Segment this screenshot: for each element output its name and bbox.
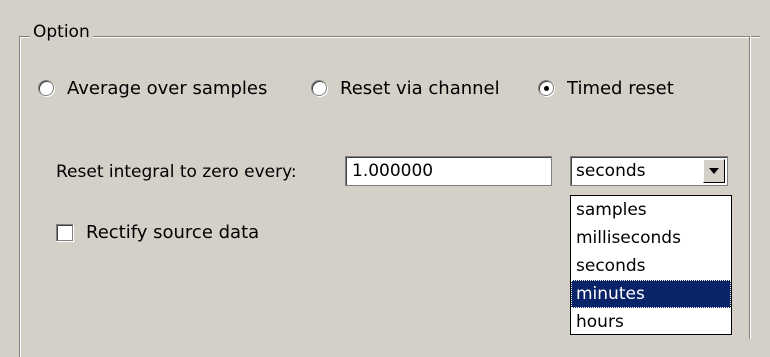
groupbox-right-border: [749, 36, 750, 339]
radio-circle-icon[interactable]: [38, 80, 54, 96]
reset-unit-dropdown-list[interactable]: samples milliseconds seconds minutes hou…: [570, 195, 732, 335]
radio-reset-via-channel[interactable]: Reset via channel: [311, 76, 500, 100]
dropdown-item-samples[interactable]: samples: [571, 196, 731, 224]
radio-label-timed-reset: Timed reset: [567, 77, 674, 99]
reset-interval-label: Reset integral to zero every:: [56, 162, 297, 182]
radio-selected-dot-icon: [544, 86, 549, 91]
rectify-source-label: Rectify source data: [86, 222, 260, 243]
radio-label-reset-via-channel: Reset via channel: [340, 77, 500, 99]
radio-average-over-samples[interactable]: Average over samples: [38, 76, 267, 100]
reset-unit-value: seconds: [576, 161, 646, 181]
chevron-down-icon: [709, 168, 719, 174]
dropdown-item-milliseconds[interactable]: milliseconds: [571, 224, 731, 252]
reset-unit-select[interactable]: seconds: [570, 156, 728, 186]
dropdown-item-minutes[interactable]: minutes: [571, 280, 731, 308]
radio-circle-icon[interactable]: [311, 80, 327, 96]
dropdown-item-seconds[interactable]: seconds: [571, 252, 731, 280]
groupbox-title: Option: [30, 22, 93, 42]
rectify-source-checkbox[interactable]: [56, 224, 73, 241]
dialog-panel: Option Average over samples Reset via ch…: [0, 0, 770, 357]
rectify-source-checkbox-row[interactable]: Rectify source data: [56, 222, 259, 243]
reset-interval-input[interactable]: 1.000000: [345, 156, 552, 186]
radio-circle-icon[interactable]: [538, 80, 554, 96]
dropdown-item-hours[interactable]: hours: [571, 308, 731, 336]
radio-label-average: Average over samples: [67, 77, 268, 99]
radio-timed-reset[interactable]: Timed reset: [538, 76, 674, 100]
dropdown-arrow-button[interactable]: [703, 159, 725, 183]
